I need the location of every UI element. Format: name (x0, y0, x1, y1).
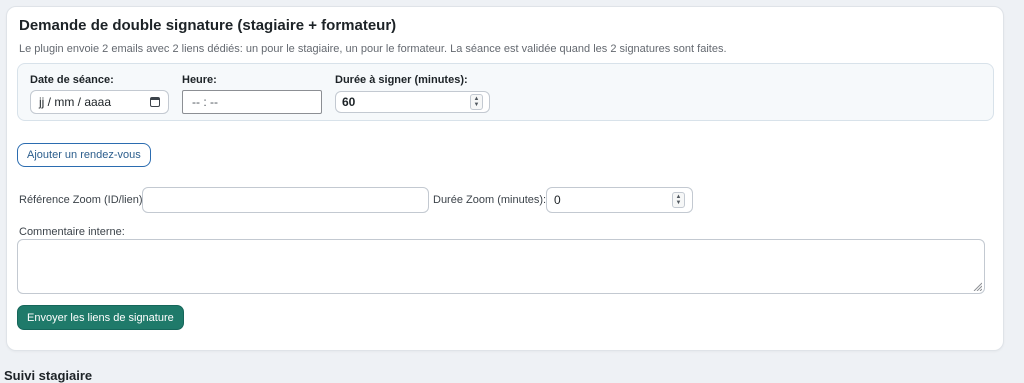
zoom-duration-spinner-icon[interactable]: ▲ ▼ (672, 192, 685, 208)
calendar-icon[interactable] (150, 97, 160, 107)
zoom-ref-input[interactable] (142, 187, 429, 213)
zoom-duration-input[interactable]: 0 ▲ ▼ (546, 187, 693, 213)
resize-grip-icon[interactable] (972, 281, 982, 291)
zoom-duration-label: Durée Zoom (minutes): (433, 194, 547, 206)
zoom-ref-label: Référence Zoom (ID/lien): (19, 194, 146, 206)
session-panel: Date de séance: jj / mm / aaaa Heure: --… (17, 63, 994, 121)
time-placeholder: -- : -- (192, 95, 218, 109)
date-input[interactable]: jj / mm / aaaa (30, 90, 169, 114)
zoom-duration-value: 0 (554, 193, 561, 207)
date-label: Date de séance: (30, 74, 114, 86)
add-appointment-button[interactable]: Ajouter un rendez-vous (17, 143, 151, 167)
time-input[interactable]: -- : -- (182, 90, 322, 114)
duration-label: Durée à signer (minutes): (335, 74, 468, 86)
signature-request-card: Demande de double signature (stagiaire +… (6, 6, 1004, 351)
section-title: Demande de double signature (stagiaire +… (19, 17, 397, 34)
duration-input[interactable]: 60 ▲ ▼ (335, 91, 490, 113)
duration-value: 60 (342, 95, 356, 109)
section-description: Le plugin envoie 2 emails avec 2 liens d… (19, 43, 727, 55)
comment-label: Commentaire interne: (19, 226, 125, 238)
next-section-title: Suivi stagiaire (4, 368, 93, 383)
time-label: Heure: (182, 74, 217, 86)
comment-textarea[interactable] (17, 239, 985, 294)
send-signature-links-button[interactable]: Envoyer les liens de signature (17, 305, 184, 330)
duration-spinner-icon[interactable]: ▲ ▼ (470, 94, 483, 110)
date-placeholder: jj / mm / aaaa (39, 95, 112, 109)
